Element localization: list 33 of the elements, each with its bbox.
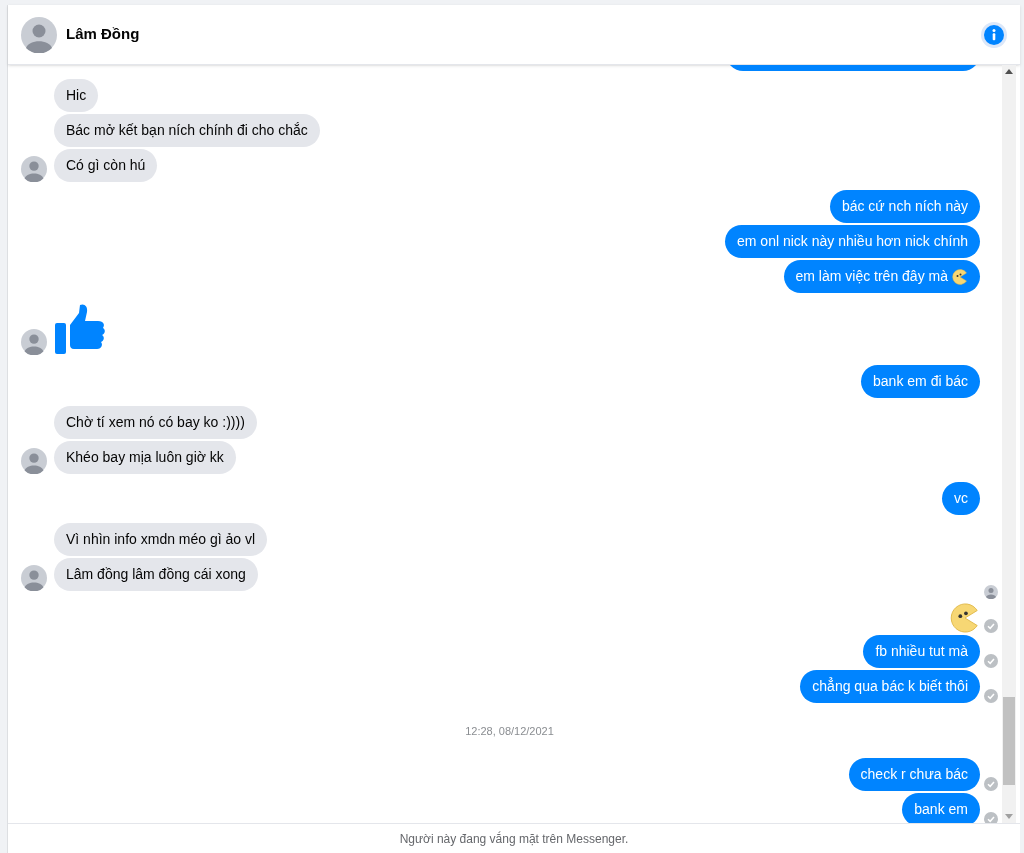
status-text: Người này đang vắng mặt trên Messenger.: [399, 830, 629, 848]
avatar: [21, 565, 47, 591]
message-text: check r chưa bác: [860, 764, 968, 784]
thumbs-up-icon: [54, 303, 106, 355]
avatar: [984, 585, 998, 599]
message-bubble: Bác mở kết bạn ních chính đi cho chắc: [54, 114, 320, 147]
message-bubble: Có gì còn hú: [54, 149, 158, 182]
scroll-down-icon[interactable]: [1005, 814, 1013, 819]
timestamp: 12:28, 08/12/2021: [465, 724, 554, 739]
avatar: [21, 329, 47, 355]
message-text: bank em: [914, 799, 968, 819]
sticker: [950, 603, 980, 633]
message-text: chẳng qua bác k biết thôi: [812, 676, 968, 696]
avatar: [21, 16, 57, 53]
contact-name: Lâm Đồng: [66, 24, 141, 45]
scrollbar-thumb[interactable]: [1003, 697, 1015, 785]
avatar: [21, 156, 47, 182]
avatar: [21, 448, 47, 474]
message-bubble: Hic: [54, 79, 99, 112]
message-bubble: Vì nhìn info xmdn méo gì ảo vl: [54, 523, 268, 556]
message-bubble: Khéo bay mịa luôn giờ kk: [54, 441, 236, 474]
scrollbar[interactable]: [1002, 65, 1016, 823]
message-text: em làm việc trên đây mà: [795, 267, 948, 286]
message-bubble: Chờ tí xem nó có bay ko :)))): [54, 406, 257, 439]
message-text: em onl nick này nhiều hơn nick chính: [737, 232, 968, 251]
message-text: bank em đi bác: [873, 372, 968, 391]
info-icon: [984, 24, 1004, 45]
message-text: fb nhiều tut mà: [875, 642, 968, 661]
scroll-up-icon[interactable]: [1005, 69, 1013, 74]
message-bubble: Lâm đồng lâm đồng cái xong: [54, 558, 258, 591]
message-text: vc: [954, 489, 968, 508]
message-text: bác cứ nch ních này: [841, 197, 968, 216]
info-button[interactable]: [981, 21, 1007, 48]
